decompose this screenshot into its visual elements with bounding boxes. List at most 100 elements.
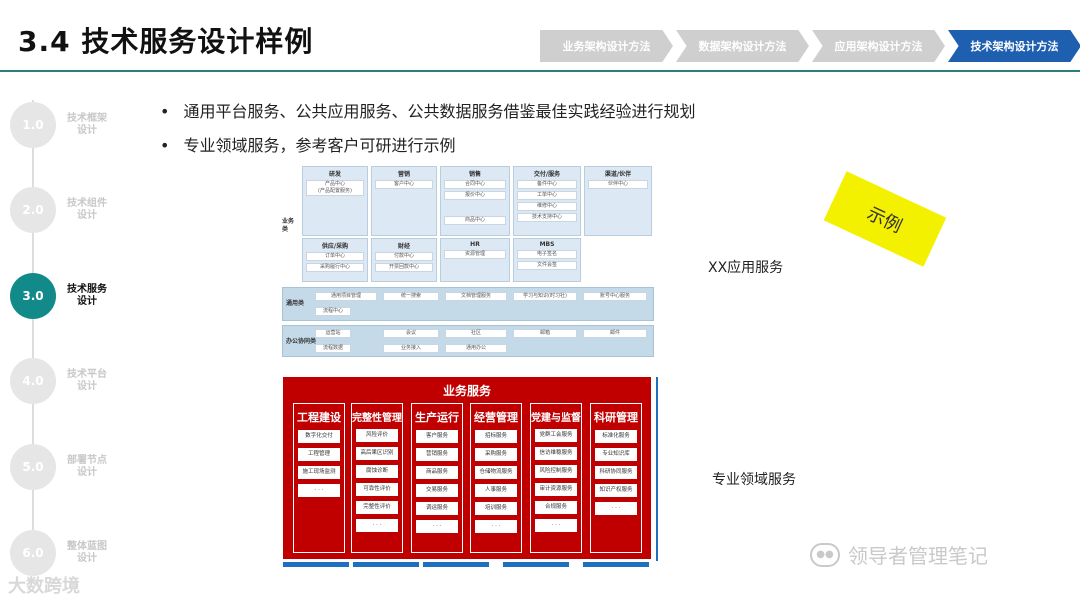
- bottom-bar: [583, 562, 649, 567]
- service-chip: 文件会签: [517, 261, 577, 270]
- timeline-label: 技术服务设计: [67, 284, 107, 307]
- biz-item: 调运服务: [416, 502, 458, 515]
- watermark-text: 领导者管理笔记: [848, 544, 988, 568]
- biz-item: 专业知识库: [595, 448, 637, 461]
- bottom-bar: [423, 562, 489, 567]
- biz-item: 科研协同服务: [595, 466, 637, 479]
- service-chip: 工单中心: [517, 191, 577, 200]
- breadcrumb-app-arch[interactable]: 应用架构设计方法: [812, 30, 945, 62]
- service-chip: 开票回款中心: [375, 263, 433, 272]
- timeline-node-2[interactable]: 2.0 技术组件设计: [10, 187, 130, 233]
- group-title: 销售: [468, 171, 481, 178]
- service-chip: 社区: [445, 329, 507, 338]
- service-chip: 资源管理: [444, 250, 506, 259]
- biz-item: 采购服务: [475, 448, 517, 461]
- service-chip: 业务接入: [383, 344, 439, 353]
- biz-item: · · ·: [356, 519, 398, 532]
- service-chip: 商品中心: [444, 216, 506, 225]
- panel-side-line: [656, 377, 658, 561]
- biz-item: 仓储物流服务: [475, 466, 517, 479]
- service-chip: 账号中心服务: [583, 292, 647, 301]
- timeline-line: [32, 100, 34, 570]
- biz-column-operations: 生产运行 客户服务 营销服务 商品服务 交易服务 调运服务 · · ·: [411, 403, 463, 553]
- group-title: HR: [470, 241, 480, 248]
- group-channel: 渠道/伙伴 伙伴中心: [584, 166, 652, 236]
- timeline-node-6[interactable]: 6.0 整体蓝图设计: [10, 530, 130, 576]
- service-chip: 备件中心: [517, 180, 577, 189]
- group-sales: 销售 合同中心 报价中心 商品中心: [440, 166, 510, 236]
- group-hr: HR 资源管理: [440, 238, 510, 282]
- group-title: 财经: [397, 243, 410, 250]
- breadcrumb-data-arch[interactable]: 数据架构设计方法: [676, 30, 809, 62]
- biz-item: 信访维稳服务: [535, 447, 577, 460]
- watermark-left: 大数跨境: [8, 576, 80, 597]
- biz-column-title: 科研管理: [594, 411, 638, 424]
- sample-tag: 示例: [823, 171, 947, 267]
- category-label-business: 业务类: [282, 218, 295, 233]
- biz-item: · · ·: [595, 502, 637, 515]
- biz-item: 标准化服务: [595, 430, 637, 443]
- biz-item: 营销服务: [416, 448, 458, 461]
- group-mbs: MBS 电子签名 文件会签: [513, 238, 581, 282]
- service-chip: 客户中心: [375, 180, 433, 189]
- group-finance: 财经 付款中心 开票回款中心: [371, 238, 437, 282]
- timeline-node-4[interactable]: 4.0 技术平台设计: [10, 358, 130, 404]
- timeline-node-1[interactable]: 1.0 技术框架设计: [10, 102, 130, 148]
- biz-item: 腐蚀诊断: [356, 465, 398, 478]
- specialized-service-label: 专业领域服务: [712, 472, 796, 488]
- timeline-label: 整体蓝图设计: [67, 541, 107, 564]
- biz-item: · · ·: [475, 520, 517, 533]
- biz-item: · · ·: [298, 484, 340, 497]
- business-services-panel: 业务服务 工程建设 数字化交付 工程管理 施工现场监测 · · · 完整性管理 …: [283, 377, 651, 559]
- timeline-label: 部署节点设计: [67, 455, 107, 478]
- header-divider: [0, 70, 1080, 72]
- biz-item: 审计资源服务: [535, 483, 577, 496]
- bullet-item: 专业领域服务，参考客户可研进行示例: [160, 132, 695, 156]
- breadcrumb-business-arch[interactable]: 业务架构设计方法: [540, 30, 673, 62]
- biz-item: 数字化交付: [298, 430, 340, 443]
- service-chip: 流程中心: [315, 307, 351, 316]
- biz-column-title: 工程建设: [297, 411, 341, 424]
- timeline-label: 技术组件设计: [67, 198, 107, 221]
- group-title: 交付/服务: [533, 171, 561, 178]
- biz-item: 知识产权服务: [595, 484, 637, 497]
- service-chip: 邮箱: [513, 329, 577, 338]
- group-delivery: 交付/服务 备件中心 工单中心 维修中心 技术支持中心: [513, 166, 581, 236]
- group-rnd: 研发 产品中心 (产品配置服务): [302, 166, 368, 236]
- biz-item: 合规服务: [535, 501, 577, 514]
- biz-column-party-building: 党建与监督 党群工会服务 信访维稳服务 风险控制服务 审计资源服务 合规服务 ·…: [530, 403, 582, 553]
- biz-item: 工程管理: [298, 448, 340, 461]
- biz-column-integrity: 完整性管理 风险评价 高后果区识别 腐蚀诊断 可靠性评价 完整性评价 · · ·: [351, 403, 403, 553]
- timeline-num: 1.0: [10, 102, 56, 148]
- page-title: 3.4 技术服务设计样例: [18, 25, 314, 58]
- group-title: MBS: [539, 241, 555, 248]
- service-chip: 报价中心: [444, 191, 506, 200]
- section-timeline: 1.0 技术框架设计 2.0 技术组件设计 3.0 技术服务设计 4.0 技术平…: [0, 90, 140, 590]
- timeline-num: 6.0: [10, 530, 56, 576]
- biz-column-engineering: 工程建设 数字化交付 工程管理 施工现场监测 · · ·: [293, 403, 345, 553]
- biz-item: 客户服务: [416, 430, 458, 443]
- timeline-num: 3.0: [10, 273, 56, 319]
- timeline-node-5[interactable]: 5.0 部署节点设计: [10, 444, 130, 490]
- biz-item: 培训服务: [475, 502, 517, 515]
- timeline-num: 5.0: [10, 444, 56, 490]
- service-chip: 技术支持中心: [517, 213, 577, 222]
- biz-item: 高后果区识别: [356, 447, 398, 460]
- breadcrumb-tech-arch[interactable]: 技术架构设计方法: [948, 30, 1080, 62]
- biz-column-title: 经营管理: [474, 411, 518, 424]
- service-chip: 通用办公: [445, 344, 507, 353]
- biz-item: 风险评价: [356, 429, 398, 442]
- app-service-diagram: 业务类 研发 产品中心 (产品配置服务) 营销 客户中心 销售 合同中心 报价中心…: [282, 160, 654, 360]
- bottom-bar: [283, 562, 349, 567]
- biz-item: · · ·: [416, 520, 458, 533]
- service-chip: 合同中心: [444, 180, 506, 189]
- service-chip: 产品中心 (产品配置服务): [306, 180, 364, 196]
- service-chip: 邮件: [583, 329, 647, 338]
- office-services-band: 办公协同类 运营站 会议 社区 邮箱 邮件 流程数据 业务接入 通用办公: [282, 325, 654, 357]
- watermark-right: ●● 领导者管理笔记: [810, 540, 988, 569]
- biz-item: 交易服务: [416, 484, 458, 497]
- xx-app-service-label: XX应用服务: [708, 260, 784, 276]
- biz-item: 商品服务: [416, 466, 458, 479]
- timeline-num: 4.0: [10, 358, 56, 404]
- timeline-node-3[interactable]: 3.0 技术服务设计: [10, 273, 130, 319]
